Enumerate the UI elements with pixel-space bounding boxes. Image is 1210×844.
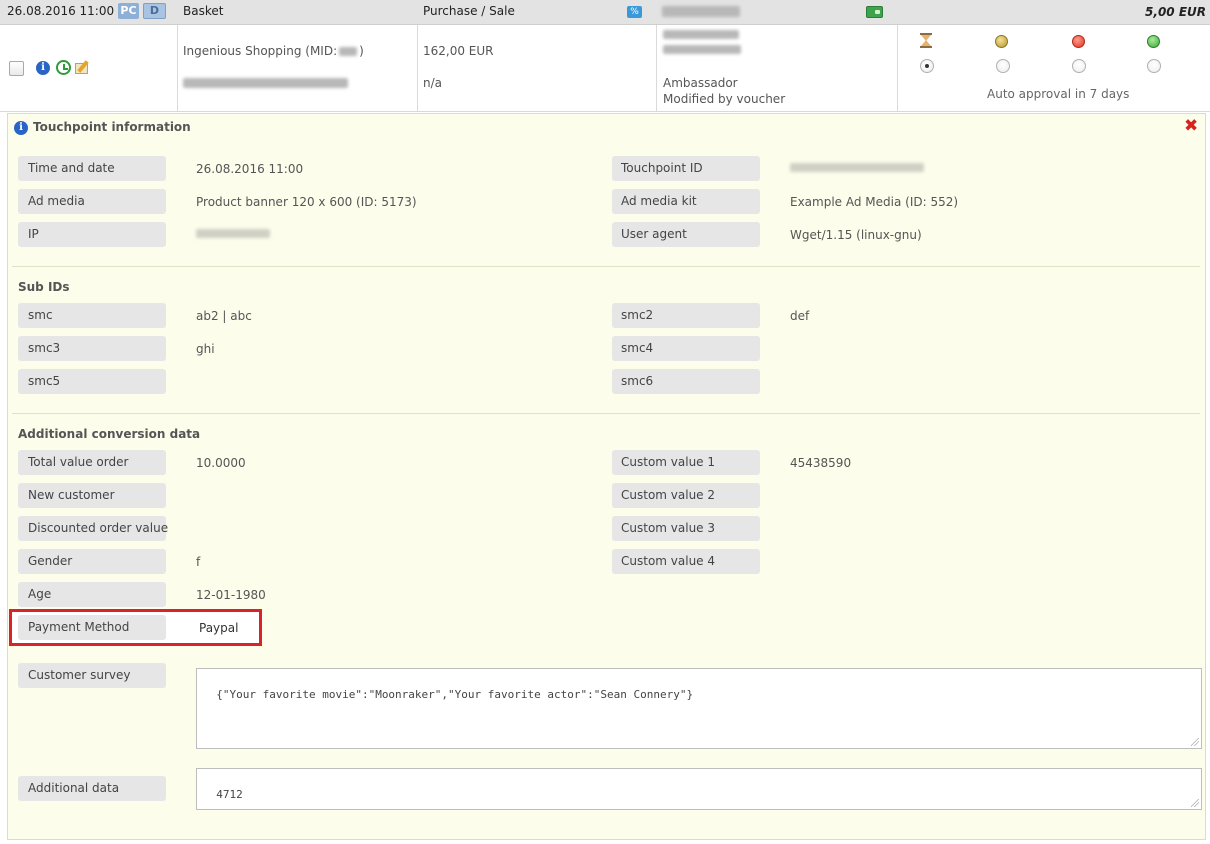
history-icon[interactable] <box>56 60 71 75</box>
conversion-header <box>0 0 1210 25</box>
section-title: Sub IDs <box>18 280 70 294</box>
field-label: smc5 <box>18 369 166 394</box>
customer-survey-value: {"Your favorite movie":"Moonraker","Your… <box>216 688 694 701</box>
field-value: f <box>196 555 201 569</box>
header-category: Purchase / Sale <box>423 4 515 18</box>
field-label: Total value order <box>18 450 166 475</box>
header-amount: 5,00 EUR <box>1145 5 1206 19</box>
program-name: Ingenious Shopping (MID:) <box>183 44 364 58</box>
column-divider <box>417 25 418 112</box>
additional-data-label: Additional data <box>18 776 166 801</box>
column-divider <box>177 25 178 112</box>
percent-icon: % <box>627 6 642 18</box>
field-value: 12-01-1980 <box>196 588 266 602</box>
field-value: Product banner 120 x 600 (ID: 5173) <box>196 195 417 209</box>
field-value: Example Ad Media (ID: 552) <box>790 195 959 209</box>
section-title: Additional conversion data <box>18 427 201 441</box>
customer-survey-field[interactable]: {"Your favorite movie":"Moonraker","Your… <box>196 668 1202 749</box>
device-d-badge: D <box>143 3 166 19</box>
field-value: 10.0000 <box>196 456 246 470</box>
field-label: Age <box>18 582 166 607</box>
field-label: IP <box>18 222 166 247</box>
partner-note: Modified by voucher <box>663 92 786 106</box>
status-radio-pending[interactable] <box>996 59 1010 73</box>
field-label: smc2 <box>612 303 760 328</box>
order-total: 162,00 EUR <box>423 44 494 58</box>
field-value: Wget/1.15 (linux-gnu) <box>790 228 922 242</box>
info-icon: i <box>14 121 28 135</box>
field-label: Custom value 4 <box>612 549 760 574</box>
section-divider <box>12 266 1200 267</box>
hourglass-icon <box>920 33 932 48</box>
blurred-order-id <box>183 78 348 88</box>
order-secondary: n/a <box>423 76 443 90</box>
status-radio-approved[interactable] <box>1147 59 1161 73</box>
column-divider <box>897 25 898 112</box>
header-type: Basket <box>183 4 224 18</box>
additional-data-value: 4712 <box>216 788 243 801</box>
blurred-touchpoint-id <box>790 163 924 172</box>
payment-method-label: Payment Method <box>18 615 166 640</box>
blurred-publisher <box>662 6 740 17</box>
field-value: 26.08.2016 11:00 <box>196 162 304 176</box>
section-divider <box>12 413 1200 414</box>
field-label: Touchpoint ID <box>612 156 760 181</box>
column-divider <box>656 25 657 112</box>
pending-icon <box>995 35 1008 48</box>
status-radio-open[interactable] <box>920 59 934 73</box>
field-label: smc3 <box>18 336 166 361</box>
status-radio-rejected[interactable] <box>1072 59 1086 73</box>
additional-data-field[interactable]: 4712 <box>196 768 1202 810</box>
customer-survey-label: Customer survey <box>18 663 166 688</box>
rejected-icon <box>1072 35 1085 48</box>
blurred-partner-name <box>663 30 739 39</box>
field-label: Gender <box>18 549 166 574</box>
field-label: Time and date <box>18 156 166 181</box>
field-value: ghi <box>196 342 215 356</box>
field-label: smc4 <box>612 336 760 361</box>
field-value: ab2 | abc <box>196 309 252 323</box>
field-label: Ad media kit <box>612 189 760 214</box>
info-icon[interactable]: i <box>36 61 50 75</box>
payment-method-value: Paypal <box>199 621 239 635</box>
field-label: Custom value 1 <box>612 450 760 475</box>
field-value: def <box>790 309 810 323</box>
resize-handle[interactable] <box>1191 738 1199 746</box>
partner-role: Ambassador <box>663 76 738 90</box>
field-label: Custom value 3 <box>612 516 760 541</box>
blurred-partner-site <box>663 45 741 54</box>
field-label: New customer <box>18 483 166 508</box>
field-label: User agent <box>612 222 760 247</box>
field-label: smc <box>18 303 166 328</box>
select-checkbox[interactable] <box>9 61 24 76</box>
header-datetime: 26.08.2016 11:00 <box>7 4 115 18</box>
device-pc-badge: PC <box>118 3 139 19</box>
field-label: Ad media <box>18 189 166 214</box>
resize-handle[interactable] <box>1191 799 1199 807</box>
panel-title: Touchpoint information <box>33 120 191 134</box>
field-label: Custom value 2 <box>612 483 760 508</box>
edit-icon[interactable] <box>75 60 91 75</box>
blurred-ip <box>196 229 270 238</box>
field-value: 45438590 <box>790 456 852 470</box>
field-label: smc6 <box>612 369 760 394</box>
close-icon[interactable]: ✖ <box>1184 116 1198 136</box>
auto-approval-text: Auto approval in 7 days <box>987 87 1130 101</box>
field-label: Discounted order value <box>18 516 168 541</box>
approved-icon <box>1147 35 1160 48</box>
wallet-icon <box>866 6 883 18</box>
